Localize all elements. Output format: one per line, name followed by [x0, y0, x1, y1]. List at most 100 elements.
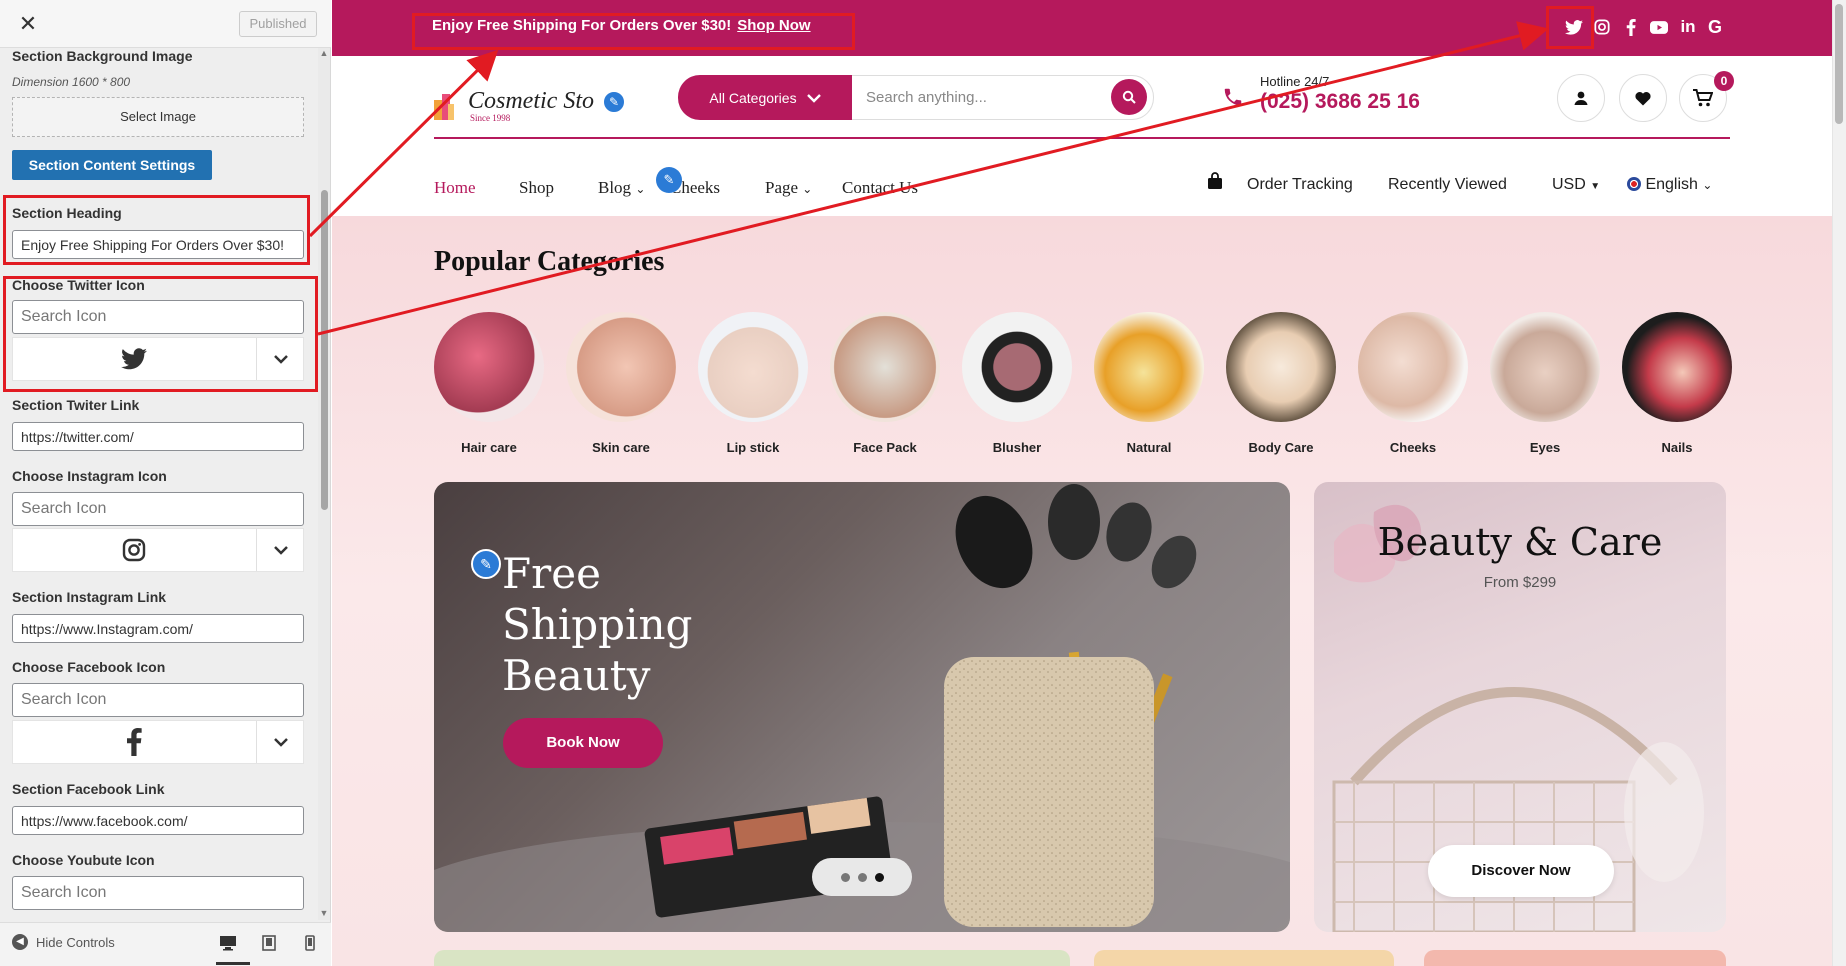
- nav-blog[interactable]: Blog ⌄: [598, 178, 645, 198]
- nav-home[interactable]: Home: [434, 178, 476, 198]
- instagram-icon[interactable]: [1591, 16, 1613, 38]
- language-selector[interactable]: English ⌄: [1627, 176, 1712, 194]
- hide-controls-button[interactable]: ◀ Hide Controls: [12, 934, 115, 950]
- published-button[interactable]: Published: [239, 11, 317, 37]
- section-content-settings-button[interactable]: Section Content Settings: [12, 150, 212, 180]
- slider-dot[interactable]: [857, 872, 867, 882]
- category-image-natural[interactable]: [1094, 312, 1204, 422]
- hero-title-line: Shipping: [502, 600, 693, 649]
- close-icon[interactable]: ✕: [16, 10, 40, 38]
- hero-title-line: Free: [502, 549, 601, 598]
- logo-text[interactable]: Cosmetic Sto: [468, 88, 594, 115]
- popular-categories-title: Popular Categories: [434, 246, 665, 277]
- header-divider: [434, 137, 1730, 139]
- side-banner-title: Beauty & Care: [1377, 520, 1663, 564]
- twitter-link-input[interactable]: [12, 422, 304, 451]
- category-label[interactable]: Nails: [1611, 440, 1743, 455]
- search-icon[interactable]: [1111, 79, 1147, 115]
- chevron-down-icon: [806, 93, 821, 103]
- hotline-number[interactable]: (025) 3686 25 16: [1260, 90, 1420, 114]
- category-label[interactable]: Blusher: [951, 440, 1083, 455]
- facebook-link-input[interactable]: [12, 806, 304, 835]
- category-image-hair-care[interactable]: [434, 312, 544, 422]
- mobile-preview-icon[interactable]: [298, 932, 322, 954]
- category-image-face-pack[interactable]: [830, 312, 940, 422]
- discover-now-button[interactable]: Discover Now: [1428, 845, 1614, 897]
- category-label[interactable]: Eyes: [1479, 440, 1611, 455]
- youtube-icon[interactable]: [1648, 16, 1670, 38]
- order-tracking-link[interactable]: Order Tracking: [1247, 176, 1353, 194]
- slider-dots[interactable]: [812, 858, 912, 896]
- search-input[interactable]: Search anything...: [852, 75, 1154, 120]
- facebook-icon-search[interactable]: Search Icon: [12, 683, 304, 717]
- category-image-eyes[interactable]: [1490, 312, 1600, 422]
- page-scrollbar[interactable]: [1832, 0, 1846, 966]
- instagram-icon: [13, 529, 255, 571]
- promo-card[interactable]: [434, 950, 1070, 966]
- category-label[interactable]: Skin care: [555, 440, 687, 455]
- category-label[interactable]: Face Pack: [819, 440, 951, 455]
- bg-image-label: Section Background Image: [12, 48, 193, 64]
- edit-pencil-icon[interactable]: ✎: [471, 549, 501, 579]
- slider-dot-active[interactable]: [874, 872, 884, 882]
- instagram-icon-search[interactable]: Search Icon: [12, 492, 304, 526]
- dimension-note: Dimension 1600 * 800: [12, 75, 131, 89]
- category-label[interactable]: Body Care: [1215, 440, 1347, 455]
- google-icon[interactable]: G: [1704, 16, 1726, 38]
- promo-card[interactable]: [1094, 950, 1394, 966]
- scroll-down-arrow-icon[interactable]: ▼: [318, 908, 330, 918]
- hide-controls-label: Hide Controls: [36, 934, 115, 950]
- nav-page-label: Page: [765, 178, 799, 197]
- select-image-button[interactable]: Select Image: [12, 97, 304, 137]
- slider-dot[interactable]: [840, 872, 850, 882]
- cart-count-badge: 0: [1714, 71, 1734, 91]
- youtube-icon-search[interactable]: Search Icon: [12, 876, 304, 910]
- linkedin-icon[interactable]: in: [1677, 16, 1699, 38]
- facebook-link-label: Section Facebook Link: [12, 781, 165, 797]
- category-image-nails[interactable]: [1622, 312, 1732, 422]
- book-now-button[interactable]: Book Now: [503, 718, 663, 768]
- account-icon[interactable]: [1557, 74, 1605, 122]
- chevron-down-icon: ⌄: [1702, 178, 1713, 192]
- category-image-lip-stick[interactable]: [698, 312, 808, 422]
- category-image-blusher[interactable]: [962, 312, 1072, 422]
- facebook-icon[interactable]: [1620, 16, 1642, 38]
- chevron-down-icon: ⌄: [635, 182, 646, 196]
- desktop-preview-icon[interactable]: [216, 932, 240, 954]
- all-categories-label: All Categories: [709, 89, 797, 106]
- category-label[interactable]: Cheeks: [1347, 440, 1479, 455]
- logo-icon[interactable]: [434, 94, 454, 120]
- chevron-down-icon[interactable]: [257, 721, 304, 763]
- promo-card[interactable]: [1424, 950, 1726, 966]
- scroll-up-arrow-icon[interactable]: ▲: [318, 48, 330, 58]
- nav-contact[interactable]: Contact Us: [842, 178, 918, 198]
- category-image-skin-care[interactable]: [566, 312, 676, 422]
- category-label[interactable]: Hair care: [423, 440, 555, 455]
- nav-shop[interactable]: Shop: [519, 178, 554, 198]
- category-image-body-care[interactable]: [1226, 312, 1336, 422]
- language-label: English: [1645, 176, 1698, 193]
- chevron-down-icon[interactable]: [257, 529, 304, 571]
- sidebar-scrollbar-thumb[interactable]: [321, 190, 328, 510]
- tablet-preview-icon[interactable]: [257, 932, 281, 954]
- all-categories-dropdown[interactable]: All Categories: [678, 75, 852, 120]
- annotation-box-twitter-icon-field: [3, 276, 318, 392]
- edit-pencil-icon[interactable]: ✎: [656, 167, 682, 193]
- nav-page[interactable]: Page ⌄: [765, 178, 812, 198]
- instagram-link-input[interactable]: [12, 614, 304, 643]
- category-label[interactable]: Lip stick: [687, 440, 819, 455]
- youtube-icon-label: Choose Youbute Icon: [12, 852, 155, 868]
- instagram-icon-label: Choose Instagram Icon: [12, 468, 167, 484]
- wishlist-heart-icon[interactable]: [1619, 74, 1667, 122]
- facebook-icon-select[interactable]: [12, 720, 304, 764]
- page-scrollbar-thumb[interactable]: [1835, 4, 1843, 124]
- currency-selector[interactable]: USD ▼: [1552, 176, 1600, 194]
- instagram-icon-select[interactable]: [12, 528, 304, 572]
- collapse-icon: ◀: [12, 934, 28, 950]
- edit-pencil-icon[interactable]: ✎: [602, 90, 626, 114]
- hotline-label: Hotline 24/7: [1260, 74, 1330, 89]
- category-image-cheeks[interactable]: [1358, 312, 1468, 422]
- category-label[interactable]: Natural: [1083, 440, 1215, 455]
- recently-viewed-link[interactable]: Recently Viewed: [1388, 176, 1507, 194]
- hero-title-line: Beauty: [502, 651, 651, 700]
